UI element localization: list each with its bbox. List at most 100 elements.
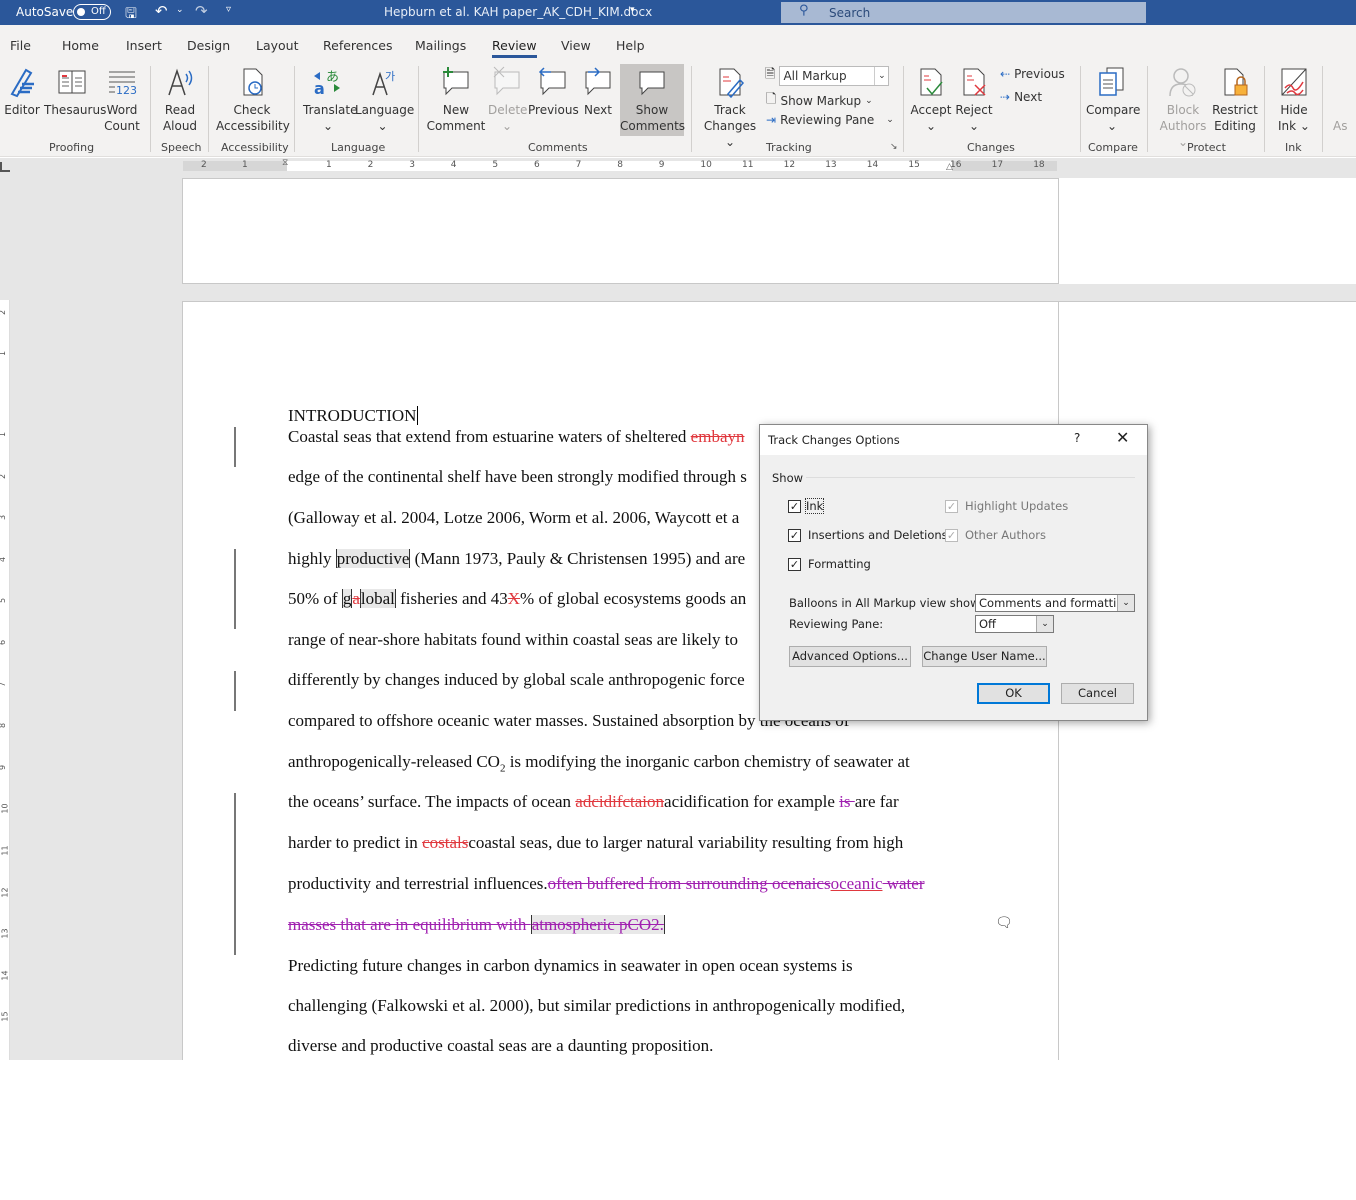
text-run: the oceans’ surface. The impacts of ocea… [288, 792, 576, 811]
document-line[interactable]: edge of the continental shelf have been … [288, 467, 747, 487]
document-line[interactable]: highly productive (Mann 1973, Pauly & Ch… [288, 549, 745, 569]
comment-balloon-icon[interactable]: 🗨 [995, 915, 1013, 931]
horizontal-ruler[interactable]: 2 1 1 2 3 4 5 6 7 8 9 10 11 12 13 14 15 16 17 18 ⧖ △ [0, 158, 1356, 180]
autosave-toggle[interactable]: Off [73, 4, 111, 20]
indent-marker-icon[interactable]: ⧖ [282, 158, 288, 168]
document-line[interactable]: masses that are in equilibrium with atmo… [288, 915, 665, 935]
undo-icon[interactable]: ↶ [155, 2, 168, 20]
document-line[interactable]: Predicting future changes in carbon dyna… [288, 956, 853, 976]
show-markup-icon: 🗋 [766, 92, 777, 107]
compare-icon [1099, 67, 1124, 96]
tab-mailings[interactable]: Mailings [415, 38, 466, 53]
editor-button[interactable]: Editor [4, 66, 40, 118]
help-button[interactable]: ? [1074, 431, 1080, 445]
ruler-number: 12 [0, 887, 10, 898]
tracking-options-launcher-icon[interactable]: ↘ [890, 142, 898, 152]
document-line[interactable]: range of near-shore habitats found withi… [288, 630, 738, 650]
restrict-editing-label-1: Restrict [1212, 103, 1258, 117]
advanced-options-button[interactable]: Advanced Options... [789, 646, 911, 667]
thesaurus-button[interactable]: Thesaurus [44, 66, 106, 118]
tab-selector-icon[interactable] [0, 162, 10, 172]
block-authors-label-2: Authors [1159, 119, 1207, 133]
tab-review[interactable]: Review [492, 38, 537, 58]
tab-references[interactable]: References [323, 38, 392, 53]
word-count-button[interactable]: 123 Word Count [102, 66, 142, 134]
restrict-editing-button[interactable]: Restrict Editing [1212, 66, 1258, 134]
reviewing-pane-button[interactable]: ⇥ Reviewing Pane ⌄ [766, 113, 894, 127]
tab-insert[interactable]: Insert [126, 38, 162, 53]
right-indent-marker-icon[interactable]: △ [946, 162, 953, 172]
ribbon-overflow-label[interactable]: As [1333, 118, 1347, 134]
document-line[interactable]: diverse and productive coastal seas are … [288, 1036, 713, 1056]
previous-comment-button[interactable]: Previous [528, 66, 579, 118]
document-line[interactable]: challenging (Falkowski et al. 2000), but… [288, 996, 905, 1016]
document-line[interactable]: Coastal seas that extend from estuarine … [288, 427, 758, 447]
cancel-button[interactable]: Cancel [1061, 683, 1134, 704]
other-authors-checkbox[interactable]: ✓ [945, 529, 958, 542]
reject-icon [963, 68, 986, 96]
document-heading[interactable]: INTRODUCTION [288, 406, 419, 426]
highlight-updates-checkbox[interactable]: ✓ [945, 500, 958, 513]
document-line[interactable]: productivity and terrestrial influences.… [288, 874, 925, 894]
balloons-select[interactable]: Comments and formatting ⌄ [975, 594, 1135, 612]
translate-label: Translate [303, 103, 358, 117]
customize-toolbar-icon[interactable]: ▿ [226, 4, 231, 15]
ok-button[interactable]: OK [977, 683, 1050, 704]
close-icon[interactable]: ✕ [1116, 428, 1129, 447]
read-aloud-button[interactable]: Read Aloud [160, 66, 200, 134]
show-markup-button[interactable]: 🗋 Show Markup ⌄ [766, 90, 873, 112]
undo-dropdown-icon[interactable]: ⌄ [176, 5, 184, 15]
save-icon[interactable]: 🖫 [125, 3, 137, 27]
next-change-button[interactable]: ⇢ Next [1000, 90, 1042, 104]
document-title[interactable]: Hepburn et al. KAH paper_AK_CDH_KIM.docx [384, 5, 652, 19]
text-run: 50% of [288, 589, 342, 608]
check-accessibility-label-2: Accessibility [216, 119, 290, 133]
new-comment-button[interactable]: New Comment [426, 66, 486, 134]
track-changes-button[interactable]: Track Changes ⌄ [700, 66, 760, 150]
document-line[interactable]: (Galloway et al. 2004, Lotze 2006, Worm … [288, 508, 739, 528]
markup-select[interactable]: All Markup ⌄ [779, 66, 890, 86]
insertions-deletions-checkbox[interactable]: ✓ [788, 529, 801, 542]
show-comments-button[interactable]: Show Comments [620, 64, 685, 136]
block-authors-button[interactable]: Block Authors ⌄ [1153, 66, 1213, 150]
vertical-ruler[interactable]: 21123456789101112131415 [0, 300, 10, 1060]
tab-home[interactable]: Home [62, 38, 99, 53]
search-box[interactable]: ⚲ Search [781, 2, 1146, 23]
translate-button[interactable]: a あ Translate ⌄ [303, 66, 358, 134]
tab-design[interactable]: Design [187, 38, 230, 53]
text-run: diverse and productive coastal seas are … [288, 1036, 714, 1055]
reviewing-pane-select[interactable]: Off ⌄ [975, 615, 1054, 633]
document-line[interactable]: differently by changes induced by global… [288, 670, 745, 690]
delete-comment-icon [493, 66, 520, 96]
chevron-down-icon: ⌄ [1036, 616, 1053, 632]
ruler-number: 10 [0, 803, 10, 814]
text-run: fisheries and 43 [395, 589, 508, 608]
compare-button[interactable]: Compare ⌄ [1086, 66, 1140, 134]
language-button[interactable]: 가 Language ⌄ [355, 66, 414, 134]
new-comment-label-1: New [442, 103, 470, 117]
delete-comment-button[interactable]: Delete ⌄ [488, 66, 527, 134]
document-line[interactable]: the oceans’ surface. The impacts of ocea… [288, 792, 899, 812]
document-line[interactable]: harder to predict in costalscoastal seas… [288, 833, 903, 853]
hide-ink-button[interactable]: Hide Ink ⌄ [1272, 66, 1316, 134]
document-line[interactable]: 50% of galobal fisheries and 43X% of glo… [288, 589, 746, 609]
ink-checkbox[interactable]: ✓ [788, 500, 801, 513]
markup-display-icon: 🗎 [765, 67, 776, 82]
previous-change-button[interactable]: ⇠ Previous [1000, 67, 1065, 81]
check-accessibility-button[interactable]: Check Accessibility [216, 66, 290, 134]
accept-button[interactable]: Accept ⌄ [910, 66, 952, 134]
reject-button[interactable]: Reject ⌄ [954, 66, 994, 134]
next-comment-button[interactable]: Next [580, 66, 616, 118]
tab-view[interactable]: View [561, 38, 591, 53]
previous-comment-icon [538, 67, 566, 96]
tab-file[interactable]: File [10, 38, 31, 53]
document-line[interactable]: anthropogenically-released CO2 is modify… [288, 752, 910, 774]
change-user-name-button[interactable]: Change User Name... [922, 646, 1047, 667]
redo-icon[interactable]: ↷ [195, 2, 208, 20]
tab-help[interactable]: Help [616, 38, 645, 53]
tab-layout[interactable]: Layout [256, 38, 299, 53]
title-dropdown-icon[interactable]: ▾ [630, 5, 635, 15]
text-run: range of near-shore habitats found withi… [288, 630, 739, 649]
formatting-checkbox[interactable]: ✓ [788, 558, 801, 571]
read-aloud-label-1: Read [164, 103, 196, 117]
